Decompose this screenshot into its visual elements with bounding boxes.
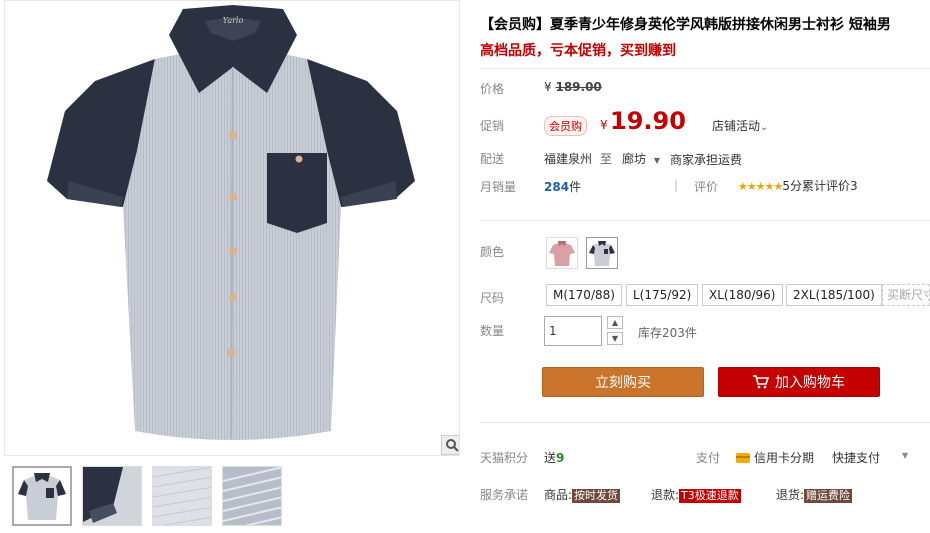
service-refund: 退款: T3极速退款 (651, 486, 741, 503)
divider (480, 68, 930, 69)
service-return: 退货: 赠运费险 (776, 486, 853, 503)
on-time-delivery-badge[interactable]: 按时发货 (572, 489, 621, 503)
promo-currency: ¥ (600, 118, 608, 132)
monthly-sales-label: 月销量 (480, 180, 517, 194)
shirt-image: Yarlo (47, 5, 415, 440)
thumbnail-1[interactable] (12, 466, 72, 526)
review-label: 评价 (694, 180, 719, 194)
collar-brand-text: Yarlo (223, 16, 244, 25)
product-info-panel: 【会员购】夏季青少年修身英伦学风韩版拼接休闲男士衬衫 短袖男 高档品质，亏本促销… (462, 0, 930, 533)
size-option-2xl[interactable]: 2XL(185/100) (786, 284, 882, 306)
stock-text: 库存203件 (638, 326, 697, 340)
original-price: ¥ 189.00 (544, 80, 602, 94)
shop-activity-label: 店铺活动 (712, 119, 761, 133)
credit-card-icon (736, 453, 750, 463)
size-option-xl[interactable]: XL(180/96) (702, 284, 783, 306)
ship-to-word: 至 (600, 152, 613, 166)
add-to-cart-label: 加入购物车 (775, 375, 845, 391)
caret-down-icon: ▼ (611, 334, 619, 343)
main-product-image[interactable]: Yarlo (4, 0, 460, 456)
color-label: 颜色 (480, 245, 505, 259)
divider (480, 422, 930, 423)
size-option-l[interactable]: L(175/92) (626, 284, 699, 306)
thumbnail-fabric-light (153, 467, 211, 525)
caret-up-icon: ▲ (611, 318, 619, 327)
size-label: 尺码 (480, 291, 505, 305)
quantity-input[interactable] (544, 316, 602, 346)
shipping-insurance-badge[interactable]: 赠运费险 (804, 489, 853, 503)
sales-unit: 件 (569, 180, 582, 194)
buy-now-button[interactable]: 立刻购买 (542, 367, 704, 397)
monthly-sales: 284件 (544, 178, 581, 195)
rating-stars-icon: ★★★★★ (738, 180, 783, 193)
points-prefix: 送 (544, 451, 557, 465)
shop-activity-dropdown[interactable]: 店铺活动⌄ (712, 117, 768, 134)
divider (480, 220, 930, 221)
size-option-more[interactable]: 买断尺寸 (882, 284, 930, 306)
goods-label: 商品: (544, 488, 573, 502)
separator: | (674, 178, 679, 192)
product-title: 【会员购】夏季青少年修身英伦学风韩版拼接休闲男士衬衫 短袖男 (480, 17, 891, 33)
currency-symbol: ¥ (544, 80, 552, 94)
quantity-decrease-button[interactable]: ▼ (607, 332, 623, 345)
return-label: 退货: (776, 488, 805, 502)
fast-refund-badge[interactable]: T3极速退款 (679, 489, 741, 503)
ship-from: 福建泉州 (544, 152, 593, 166)
quantity-label: 数量 (480, 324, 505, 338)
quick-pay[interactable]: 快捷支付 (832, 449, 880, 466)
points-number: 9 (556, 451, 565, 465)
gray-shirt-swatch (587, 238, 617, 268)
payment-more-caret-icon[interactable]: ▼ (902, 451, 908, 460)
product-subtitle: 高档品质，亏本促销，买到赚到 (480, 43, 676, 59)
thumbnail-fabric-stripes (223, 467, 281, 525)
service-label: 服务承诺 (480, 488, 529, 502)
original-price-value: 189.00 (555, 80, 602, 94)
magnifier-icon (446, 439, 459, 452)
thumbnail-4[interactable] (222, 466, 282, 526)
points-label: 天猫积分 (480, 451, 529, 465)
chevron-down-icon: ⌄ (760, 122, 769, 133)
thumbnail-3[interactable] (152, 466, 212, 526)
caret-down-icon: ▼ (653, 156, 660, 165)
thumbnail-shirt-front (14, 468, 70, 524)
quantity-increase-button[interactable]: ▲ (607, 316, 623, 329)
payment-label: 支付 (696, 451, 721, 465)
color-swatch-pink[interactable] (546, 237, 578, 269)
credit-installment-label: 信用卡分期 (754, 451, 815, 465)
thumbnail-sleeve-detail (83, 467, 141, 525)
promo-label: 促销 (480, 119, 505, 133)
promo-price: 19.90 (610, 107, 686, 135)
pink-shirt-swatch (547, 238, 577, 268)
zoom-button[interactable] (441, 435, 459, 455)
service-goods: 商品: 按时发货 (544, 486, 621, 503)
ship-to-city: 廊坊 (622, 152, 647, 166)
shipping-fee: 商家承担运费 (670, 153, 743, 167)
size-option-m[interactable]: M(170/88) (546, 284, 622, 306)
member-badge: 会员购 (544, 116, 587, 136)
price-label: 价格 (480, 82, 505, 96)
color-swatch-gray[interactable] (586, 237, 618, 269)
cart-icon (753, 370, 770, 400)
product-gallery: Yarlo (0, 0, 462, 533)
shipping-label: 配送 (480, 152, 505, 166)
sales-count: 284 (544, 180, 570, 194)
thumbnail-2[interactable] (82, 466, 142, 526)
rating[interactable]: ★★★★★5分累计评价3 (738, 177, 858, 194)
ship-to-dropdown[interactable]: 廊坊 ▼ (622, 150, 660, 167)
refund-label: 退款: (651, 488, 680, 502)
credit-installment[interactable]: 信用卡分期 (736, 449, 814, 466)
add-to-cart-button[interactable]: 加入购物车 (718, 367, 880, 397)
points-value: 送9 (544, 449, 564, 466)
rating-text: 5分累计评价3 (782, 179, 858, 193)
